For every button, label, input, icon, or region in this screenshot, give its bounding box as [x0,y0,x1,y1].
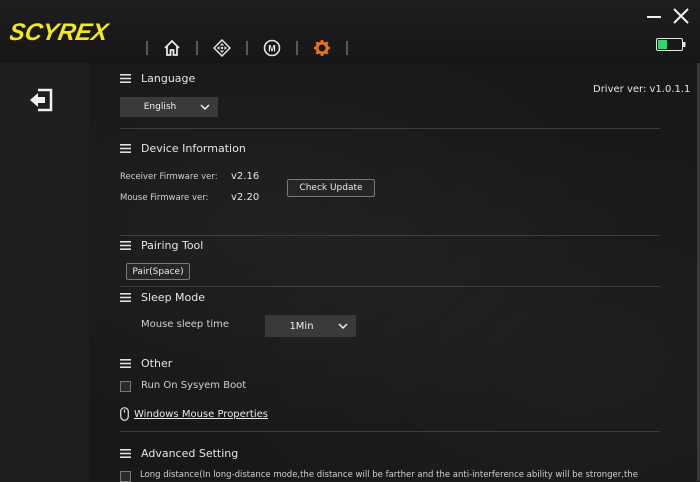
sleep-header: Sleep Mode [120,291,205,304]
run-on-boot-label: Run On Sysyem Boot [141,380,247,391]
nav-home[interactable] [148,36,196,60]
language-select[interactable]: English [120,97,218,117]
sleep-title: Sleep Mode [141,291,206,304]
left-sidebar [0,63,89,481]
driver-version: Driver ver: v1.0.1.1 [593,84,691,95]
divider [120,235,660,236]
long-distance-label: Long distance(In long-distance mode,the … [140,470,638,480]
receiver-firmware-value: v2.16 [231,171,260,182]
logo-text: SCYREX [10,19,112,46]
title-bar: SCYREX M [0,0,700,63]
check-update-button[interactable]: Check Update [287,179,375,197]
chevron-down-icon [338,323,348,329]
menu-icon [120,144,131,153]
sleep-time-label: Mouse sleep time [141,319,230,330]
menu-icon [120,293,131,302]
scyrex-logo: SCYREX [10,19,112,46]
advanced-title: Advanced Setting [141,447,239,460]
language-title: Language [141,72,196,85]
other-header: Other [120,357,172,370]
settings-icon [314,40,330,56]
device-info-header: Device Information [120,142,246,155]
mouse-firmware-value: v2.20 [231,192,260,203]
divider [120,128,660,129]
language-selected: English [143,102,177,112]
mouse-firmware-label: Mouse Firmware ver: [120,193,209,203]
home-icon [164,39,180,56]
mouse-icon [120,407,129,421]
nav-dpi[interactable] [198,36,246,60]
pairing-header: Pairing Tool [120,239,203,252]
pairing-title: Pairing Tool [141,239,204,252]
divider [120,286,660,287]
svg-text:M: M [268,44,276,54]
menu-icon [120,74,131,83]
menu-icon [120,359,131,368]
menu-icon [120,449,131,458]
battery-icon [656,38,686,51]
nav-settings[interactable] [298,36,346,60]
sleep-time-select[interactable]: 1Min [265,315,356,337]
close-icon[interactable] [672,7,690,25]
run-on-boot-checkbox[interactable] [120,381,131,392]
other-title: Other [141,357,173,370]
advanced-header: Advanced Setting [120,447,238,460]
menu-icon [120,241,131,250]
language-header: Language [120,72,195,85]
back-icon[interactable] [28,87,54,113]
chevron-down-icon [200,104,210,110]
dpad-icon [213,39,231,57]
long-distance-checkbox[interactable] [120,471,131,482]
pair-button[interactable]: Pair(Space) [126,263,190,280]
nav-macro[interactable]: M [248,36,296,60]
divider [120,431,660,432]
receiver-firmware-label: Receiver Firmware ver: [120,172,218,182]
windows-mouse-properties-link[interactable]: Windows Mouse Properties [134,409,268,420]
main-nav: M [146,36,348,60]
sleep-time-selected: 1Min [289,320,314,332]
device-info-title: Device Information [141,142,246,155]
macro-icon: M [263,39,281,57]
minimize-icon[interactable] [646,8,662,24]
